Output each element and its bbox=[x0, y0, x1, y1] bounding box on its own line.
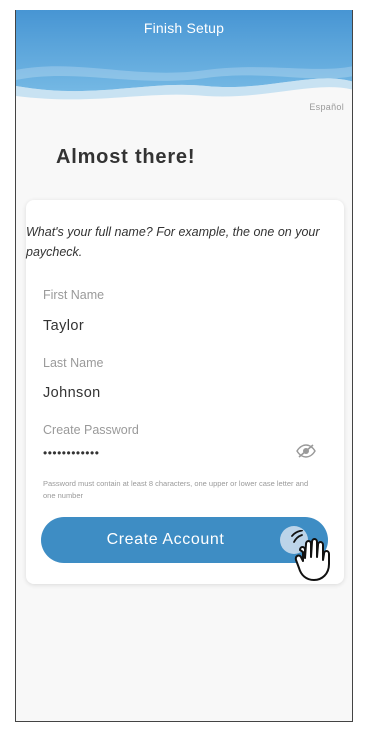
page-heading: Almost there! bbox=[56, 146, 196, 168]
create-account-label: Create Account bbox=[106, 531, 225, 548]
first-name-input[interactable]: Taylor bbox=[43, 318, 84, 334]
language-toggle-link[interactable]: Español bbox=[309, 102, 344, 112]
last-name-label: Last Name bbox=[43, 356, 104, 370]
signup-card: What's your full name? For example, the … bbox=[26, 200, 344, 584]
hand-pointer-icon bbox=[291, 530, 330, 581]
page: Finish Setup Español Almost there! What'… bbox=[0, 0, 365, 745]
app-screen: Finish Setup Español Almost there! What'… bbox=[15, 10, 353, 722]
last-name-input[interactable]: Johnson bbox=[43, 385, 101, 401]
password-input[interactable]: •••••••••••• bbox=[43, 446, 99, 460]
password-label: Create Password bbox=[43, 423, 139, 437]
password-requirements-hint: Password must contain at least 8 charact… bbox=[43, 479, 309, 500]
first-name-label: First Name bbox=[43, 288, 105, 302]
header-title: Finish Setup bbox=[143, 20, 225, 36]
full-name-prompt: What's your full name? For example, the … bbox=[26, 225, 320, 259]
eye-slash-icon[interactable] bbox=[296, 444, 316, 458]
header: Finish Setup bbox=[16, 10, 352, 106]
